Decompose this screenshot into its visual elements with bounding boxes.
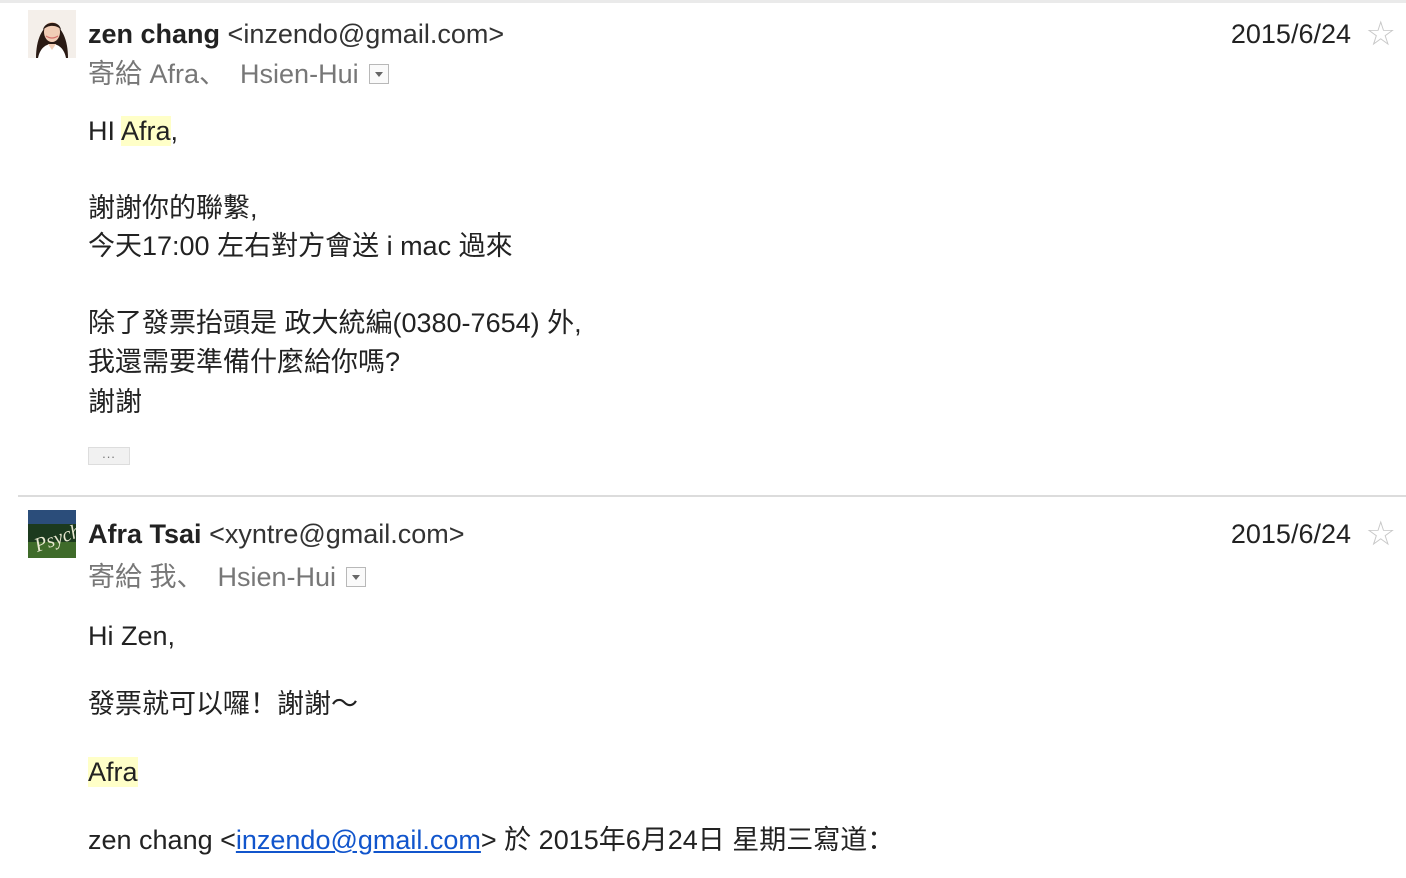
avatar[interactable]: Psych: [28, 510, 76, 558]
top-border: [0, 0, 1406, 3]
sender-email: <inzendo@gmail.com>: [227, 19, 505, 49]
quote-suffix: > 於 2015年6月24日 星期三寫道：: [480, 825, 895, 855]
to-prefix: 寄給: [88, 59, 142, 89]
avatar[interactable]: [28, 10, 76, 58]
recipients-line: 寄給 我、 Hsien-Hui: [88, 560, 367, 594]
body-line: 我還需要準備什麼給你嗎?: [88, 347, 401, 377]
message-divider: [18, 495, 1406, 497]
chevron-down-icon[interactable]: [346, 566, 367, 587]
sender[interactable]: Afra Tsai <xyntre@gmail.com>: [88, 517, 465, 551]
sender-name[interactable]: zen chang: [88, 19, 220, 49]
chevron-down-icon[interactable]: [368, 63, 389, 84]
body-line: 除了發票抬頭是 政大統編(0380-7654) 外,: [88, 308, 582, 338]
quote-attribution: zen chang <inzendo@gmail.com> 於 2015年6月2…: [88, 822, 894, 858]
greeting-name: Afra: [121, 116, 171, 146]
recipient[interactable]: Hsien-Hui: [240, 59, 359, 89]
body-line: 發票就可以囉！謝謝～: [88, 689, 358, 719]
recipient[interactable]: Hsien-Hui: [218, 562, 337, 592]
recipient-separator: 、: [199, 59, 227, 89]
greeting: HI Afra,: [88, 113, 178, 149]
recipient[interactable]: 我: [150, 562, 177, 592]
sender[interactable]: zen chang <inzendo@gmail.com>: [88, 17, 504, 51]
body-line: 今天17:00 左右對方會送 i mac 過來: [88, 231, 513, 261]
body-line: 謝謝你的聯繫,: [88, 193, 258, 223]
greeting: Hi Zen,: [88, 621, 176, 651]
recipients-line: 寄給 Afra、 Hsien-Hui: [88, 57, 389, 91]
recipient[interactable]: Afra: [150, 59, 200, 89]
quoted-email-link[interactable]: inzendo@gmail.com: [236, 825, 481, 855]
quote-prefix: zen chang <: [88, 825, 236, 855]
to-prefix: 寄給: [88, 562, 142, 592]
sender-email: <xyntre@gmail.com>: [209, 519, 465, 549]
signature-name: Afra: [88, 757, 138, 787]
sender-name[interactable]: Afra Tsai: [88, 519, 202, 549]
star-outline-icon[interactable]: ☆: [1366, 17, 1396, 51]
star-outline-icon[interactable]: ☆: [1366, 517, 1396, 551]
body-line: 謝謝: [88, 387, 142, 417]
message-date[interactable]: 2015/6/24: [1231, 517, 1351, 551]
greeting-suffix: ,: [170, 116, 179, 146]
show-trimmed-content-button[interactable]: ...: [88, 447, 130, 465]
signature: Afra: [88, 754, 138, 790]
greeting-prefix: HI: [88, 116, 122, 146]
message-date[interactable]: 2015/6/24: [1231, 17, 1351, 51]
recipient-separator: 、: [176, 562, 204, 592]
